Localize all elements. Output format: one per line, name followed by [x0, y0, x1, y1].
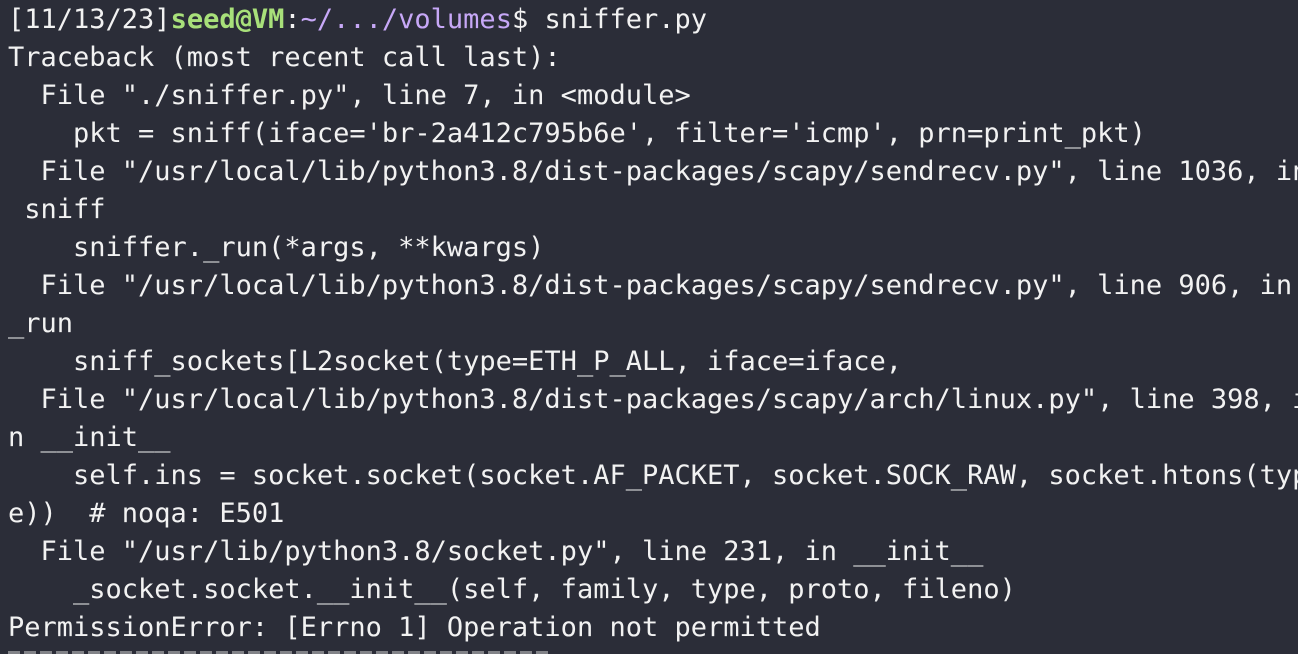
output-line: File "/usr/lib/python3.8/socket.py", lin… — [8, 536, 984, 567]
prompt-command: sniffer.py — [528, 4, 708, 35]
output-line: sniff — [8, 194, 106, 225]
next-prompt-cut-off — [8, 646, 548, 654]
prompt-path: ~/.../volumes — [300, 4, 512, 35]
output-line: e)) # noqa: E501 — [8, 498, 285, 529]
output-line: self.ins = socket.socket(socket.AF_PACKE… — [8, 460, 1298, 491]
output-line: File "/usr/local/lib/python3.8/dist-pack… — [8, 270, 1293, 301]
output-line: sniffer._run(*args, **kwargs) — [8, 232, 545, 263]
output-line: _run — [8, 308, 74, 339]
prompt-line: [11/13/23]seed@VM:~/.../volumes$ sniffer… — [8, 1, 1298, 39]
output-line: pkt = sniff(iface='br-2a412c795b6e', fil… — [8, 118, 1146, 149]
prompt-colon: : — [284, 4, 301, 35]
output-line: File "./sniffer.py", line 7, in <module> — [8, 80, 691, 111]
output-line: _socket.socket.__init__(self, family, ty… — [8, 574, 1016, 605]
error-line: PermissionError: [Errno 1] Operation not… — [8, 612, 821, 643]
terminal-window[interactable]: [11/13/23]seed@VM:~/.../volumes$ sniffer… — [0, 0, 1298, 654]
output-line: sniff_sockets[L2socket(type=ETH_P_ALL, i… — [8, 346, 903, 377]
prompt-date: [11/13/23] — [8, 4, 171, 35]
output-line: Traceback (most recent call last): — [8, 42, 561, 73]
output-line: File "/usr/local/lib/python3.8/dist-pack… — [8, 156, 1298, 187]
output-line: n __init__ — [8, 422, 171, 453]
prompt-user-host: seed@VM — [170, 4, 285, 35]
prompt-dollar: $ — [511, 4, 529, 35]
output-line: File "/usr/local/lib/python3.8/dist-pack… — [8, 384, 1298, 415]
